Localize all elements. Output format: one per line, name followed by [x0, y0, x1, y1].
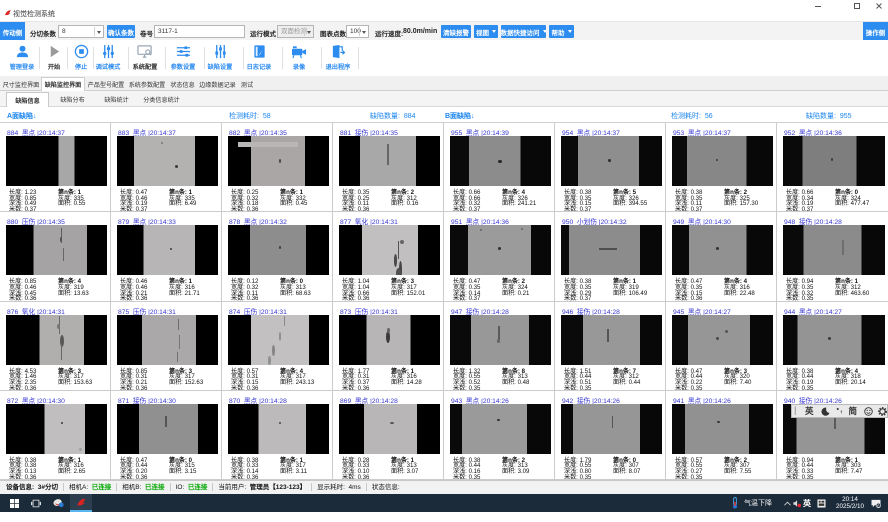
svg-text:6: 6 — [877, 503, 880, 508]
